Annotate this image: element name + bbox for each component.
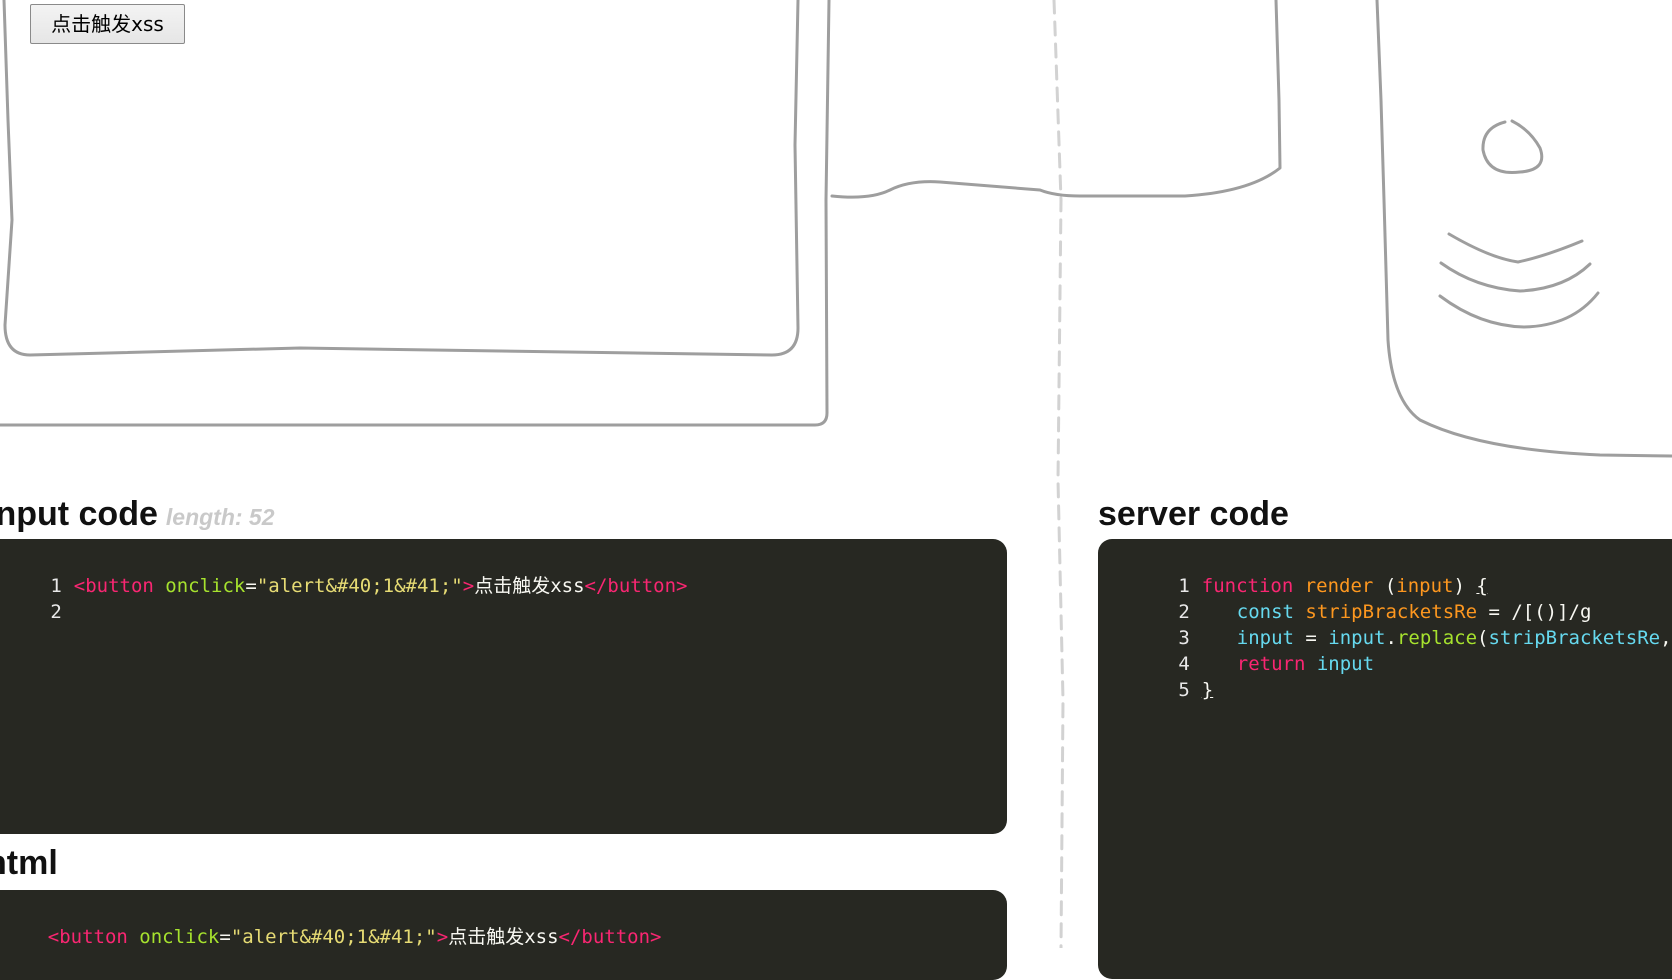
line-content: <button onclick="alert&#40;1&#41;">点击触发x… (74, 575, 688, 597)
code-line: 4 return input (1098, 625, 1374, 675)
server-code-editor: 1 function render (input) { 2 const stripB… (1098, 539, 1672, 979)
code-token: = (219, 926, 231, 948)
input-code-heading: input code length: 52 (0, 494, 275, 537)
code-token: , (1660, 627, 1672, 649)
code-token: </button> (558, 926, 662, 948)
sketch-smile-1 (1447, 232, 1584, 264)
code-line: 2 const stripBracketsRe = /[()]/g (1098, 573, 1591, 623)
code-line: 5} (1098, 651, 1213, 701)
code-token: "alert&#40;1&#41;" (230, 926, 437, 948)
sketch-inner-screen (2, 0, 800, 357)
html-heading: html (0, 844, 58, 882)
code-token: 点击触发xss (474, 575, 585, 597)
sketch-right-device (1375, 0, 1672, 458)
code-token: </button> (584, 575, 688, 597)
line-content: return input (1202, 653, 1374, 675)
code-line: 1 function render (input) { (1098, 547, 1488, 597)
sketch-smile-2 (1439, 261, 1592, 293)
server-code-heading: server code (1098, 495, 1289, 533)
xss-trigger-button[interactable]: 点击触发xss (30, 4, 185, 44)
code-token: } (1201, 679, 1214, 701)
input-code-title: input code (0, 495, 158, 533)
code-token: input (1316, 653, 1375, 675)
code-token: <button (73, 575, 154, 597)
sketch-eye (1481, 119, 1544, 175)
code-token: 点击触发xss (448, 926, 559, 948)
line-number: 5 (1178, 679, 1190, 701)
sketch-outer-frame (0, 0, 831, 427)
line-content: } (1202, 679, 1213, 701)
input-code-editor[interactable]: 1 <button onclick="alert&#40;1&#41;">点击触发… (0, 539, 1007, 834)
input-length-label: length: 52 (165, 504, 275, 530)
code-line: 1 <button onclick="alert&#40;1&#41;">点击触发… (0, 547, 687, 597)
code-token: ( (1477, 627, 1489, 649)
line-number: 2 (50, 601, 62, 623)
sketch-divider (1052, 0, 1065, 948)
code-token: stripBracketsRe (1488, 627, 1661, 649)
html-output-panel: <button onclick="alert&#40;1&#41;">点击触发x… (0, 890, 1007, 980)
code-line: <button onclick="alert&#40;1&#41;">点击触发x… (2, 898, 662, 948)
code-token: > (462, 575, 475, 597)
code-token: > (436, 926, 449, 948)
sketch-smile-3 (1438, 291, 1600, 329)
code-token: . (1385, 627, 1397, 649)
code-line: 2 (0, 573, 61, 623)
code-token: onclick (139, 926, 220, 948)
code-token: replace (1396, 627, 1478, 649)
code-token: "alert&#40;1&#41;" (256, 575, 463, 597)
code-line: 3 input = input.replace(stripBracketsRe, … (1098, 599, 1672, 649)
code-token: <button (47, 926, 128, 948)
code-token: onclick (165, 575, 246, 597)
code-token: = (245, 575, 257, 597)
code-token: return (1236, 653, 1306, 675)
